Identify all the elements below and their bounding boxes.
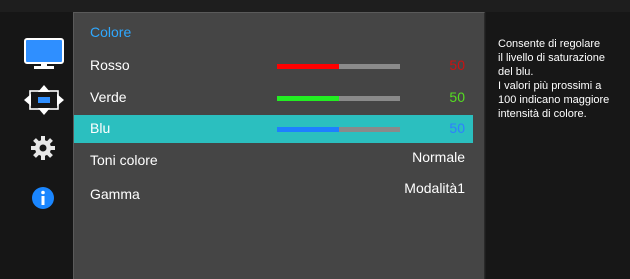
- menu-item-rosso[interactable]: Rosso 50: [74, 52, 473, 80]
- menu-item-label: Toni colore: [90, 152, 158, 168]
- slider-fill: [277, 127, 339, 132]
- menu-item-verde[interactable]: Verde 50: [74, 84, 473, 112]
- slider-value: 50: [449, 89, 465, 105]
- menu-item-blu[interactable]: Blu 50: [74, 115, 473, 143]
- slider-fill: [277, 96, 339, 101]
- info-icon[interactable]: [31, 186, 55, 210]
- help-line: il livello di saturazione: [498, 52, 605, 64]
- menu-title: Colore: [90, 24, 132, 40]
- slider-value: 50: [449, 120, 465, 136]
- option-value: Normale: [412, 149, 465, 165]
- menu-item-toni-colore[interactable]: Toni colore Normale: [74, 147, 473, 175]
- help-text: Consente di regolare il livello di satur…: [498, 37, 626, 121]
- resize-arrows-icon[interactable]: [24, 85, 64, 115]
- slider-track[interactable]: [277, 96, 400, 101]
- menu-item-label: Gamma: [90, 186, 140, 202]
- help-line: del blu.: [498, 66, 534, 78]
- help-line: I valori più prossimi a: [498, 80, 602, 92]
- help-line: 100 indicano maggiore: [498, 94, 610, 106]
- gear-icon[interactable]: [31, 136, 55, 160]
- monitor-icon[interactable]: [24, 38, 64, 70]
- help-line: intensità di colore.: [498, 108, 587, 120]
- slider-value: 50: [449, 57, 465, 73]
- menu-item-label: Rosso: [90, 57, 130, 73]
- help-line: Consente di regolare: [498, 38, 601, 50]
- menu-item-gamma[interactable]: Gamma Modalità1: [74, 180, 473, 209]
- menu-item-label: Verde: [90, 89, 127, 105]
- slider-track[interactable]: [277, 127, 400, 132]
- menu-item-label: Blu: [90, 120, 111, 136]
- slider-track[interactable]: [277, 64, 400, 69]
- slider-fill: [277, 64, 339, 69]
- option-value: Modalità1: [404, 180, 465, 196]
